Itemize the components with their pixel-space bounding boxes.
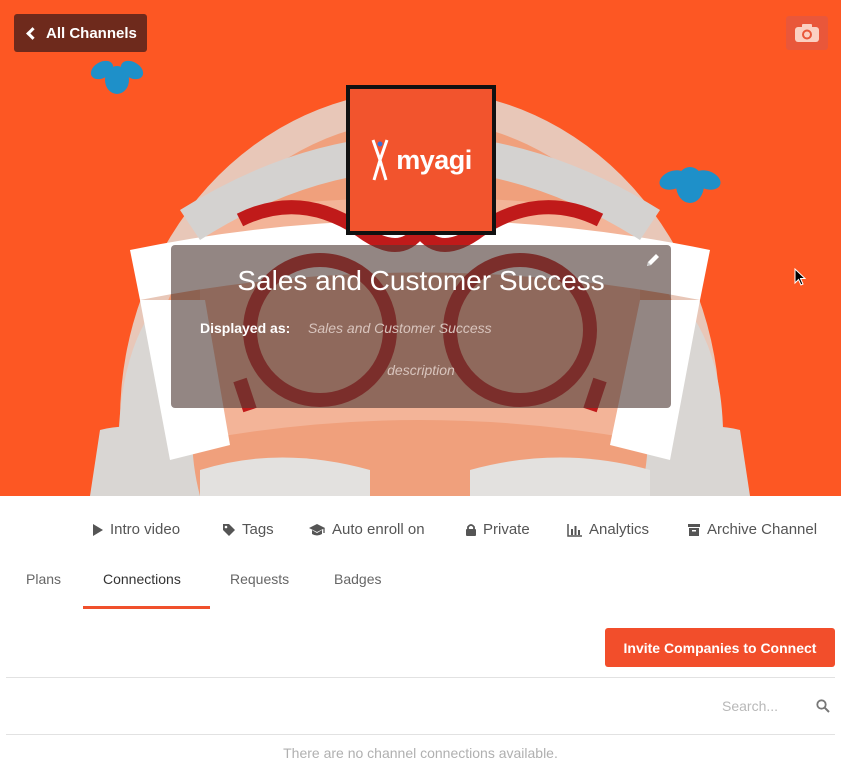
- chevron-left-icon: [26, 26, 39, 40]
- search-icon[interactable]: [816, 699, 830, 713]
- tab-connections[interactable]: Connections: [103, 571, 181, 587]
- channel-banner: All Channels myagi Sales and Customer Su…: [0, 0, 841, 496]
- tag-icon: [223, 523, 235, 536]
- logo-text: myagi: [396, 144, 472, 175]
- archive-channel-action[interactable]: Archive Channel: [687, 521, 817, 538]
- private-label: Private: [483, 521, 530, 538]
- auto-enroll-action[interactable]: Auto enroll on: [308, 521, 425, 538]
- tab-badges[interactable]: Badges: [334, 571, 381, 587]
- intro-video-action[interactable]: Intro video: [92, 521, 180, 538]
- channel-info-panel: Sales and Customer Success Displayed as:…: [171, 245, 671, 408]
- connections-search: [700, 694, 830, 718]
- displayed-as-label: Displayed as:: [200, 320, 291, 336]
- play-icon: [93, 523, 103, 536]
- tags-label: Tags: [242, 521, 274, 538]
- displayed-as-value[interactable]: Sales and Customer Success: [308, 320, 492, 336]
- divider: [6, 734, 835, 735]
- channel-tabs: Plans Connections Requests Badges: [0, 568, 841, 610]
- tags-action[interactable]: Tags: [222, 521, 274, 538]
- private-action[interactable]: Private: [465, 521, 530, 538]
- channel-description[interactable]: description: [171, 362, 671, 378]
- channel-page: All Channels myagi Sales and Customer Su…: [0, 0, 841, 778]
- mouse-cursor-icon: [794, 268, 807, 286]
- search-input[interactable]: [722, 698, 802, 714]
- graduation-cap-icon: [309, 523, 325, 535]
- divider: [6, 677, 835, 678]
- empty-connections-message: There are no channel connections availab…: [283, 745, 558, 761]
- auto-enroll-label: Auto enroll on: [332, 521, 425, 538]
- all-channels-button[interactable]: All Channels: [14, 14, 147, 52]
- bar-chart-icon: [567, 523, 582, 537]
- intro-video-label: Intro video: [110, 521, 181, 538]
- analytics-action[interactable]: Analytics: [567, 521, 649, 538]
- pencil-icon[interactable]: [645, 252, 661, 268]
- channel-logo[interactable]: myagi: [346, 85, 496, 235]
- channel-actions: Intro video Tags Auto enroll on Private …: [0, 521, 841, 541]
- active-tab-indicator: [83, 606, 210, 609]
- invite-companies-button[interactable]: Invite Companies to Connect: [605, 628, 835, 667]
- lock-icon: [466, 523, 476, 536]
- archive-channel-label: Archive Channel: [707, 521, 818, 538]
- analytics-label: Analytics: [589, 521, 650, 538]
- channel-title: Sales and Customer Success: [237, 265, 605, 296]
- change-cover-button[interactable]: [786, 16, 828, 50]
- tab-plans[interactable]: Plans: [26, 571, 61, 587]
- camera-icon: [795, 24, 819, 42]
- archive-icon: [688, 523, 700, 536]
- all-channels-label: All Channels: [46, 24, 137, 42]
- myagi-logo-icon: [371, 139, 389, 181]
- tab-requests[interactable]: Requests: [230, 571, 289, 587]
